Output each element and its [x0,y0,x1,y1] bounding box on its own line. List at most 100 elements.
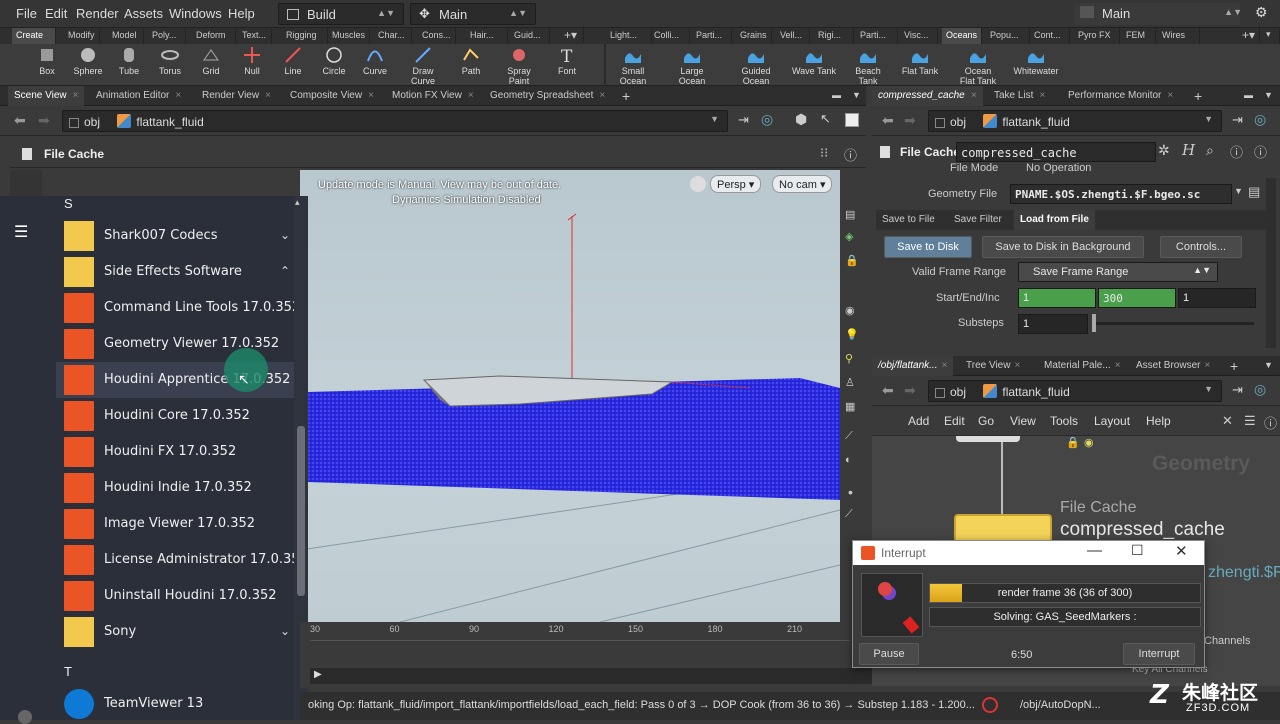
add-right-tab-icon[interactable]: + [1188,84,1208,104]
tools-icon[interactable]: ✕ [1222,413,1233,429]
add-pane-tab-icon[interactable]: + [616,84,636,104]
close-tab-icon[interactable]: × [1014,360,1020,371]
network-link-icon[interactable]: ◎ [1254,381,1266,398]
right-pin-icon[interactable]: ⇥ [1232,112,1243,128]
tool-0[interactable]: Box [24,46,70,86]
dot-icon[interactable]: • [848,484,853,500]
ocean-tool-4[interactable]: Beach Tank [845,46,891,86]
cube-icon[interactable]: ⬢ [795,111,807,128]
ocean-tool-2[interactable]: GuidedOcean Layer [731,46,781,96]
save-to-disk-button[interactable]: Save to Disk [884,236,972,258]
save-bg-button[interactable]: Save to Disk in Background [982,236,1144,258]
view-icon[interactable]: ◐ [845,454,852,466]
hscript-icon[interactable]: H [1182,141,1195,159]
param-scrollbar[interactable] [1266,178,1276,348]
snap-icon[interactable]: ⟋ [845,430,853,443]
start-app-9[interactable]: License Administrator 17.0.352 [56,542,308,578]
shelf-tab-right-13[interactable]: Wires [1158,28,1200,44]
menu-windows[interactable]: Windows [169,6,222,21]
persp-menu[interactable]: Persp ▾ [710,175,762,193]
tool-1[interactable]: Sphere [65,46,111,86]
bulb-icon[interactable]: ⚲ [845,352,853,365]
pane-max-icon[interactable]: ▬ [826,86,847,106]
network-path-dropdown-icon[interactable]: ▼ [1204,384,1213,394]
link-icon[interactable]: ◎ [761,111,773,128]
inc-field[interactable]: 1 [1178,288,1256,308]
pane-tab-3[interactable]: Composite View × [284,86,380,106]
start-folder-0[interactable]: Shark007 Codecs ⌄ [64,218,294,254]
close-tab-icon[interactable]: × [73,90,79,101]
tool-4[interactable]: Grid [188,46,234,86]
start-app-2[interactable]: Command Line Tools 17.0.352 [56,290,300,326]
tab-save-to-file[interactable]: Save to File [876,210,941,230]
close-tab-icon[interactable]: × [971,90,977,101]
close-icon[interactable]: ✕ [1175,542,1188,560]
network-menu-0[interactable]: Add [908,414,929,428]
right-path-field[interactable]: obj flattank_fluid ▼ [928,110,1222,132]
camera-menu[interactable]: No cam ▾ [772,175,833,193]
menu-file[interactable]: File [16,6,37,21]
close-tab-icon[interactable]: × [1167,90,1173,101]
ocean-tool-0[interactable]: Small Ocean [610,46,656,86]
network-menu-6[interactable]: Help [1146,414,1171,428]
shelf-tab-right-3[interactable]: Grains [736,28,772,44]
forward-arrow-icon[interactable]: ➡ [904,382,916,399]
pane-tab-2[interactable]: Render View × [196,86,277,106]
start-app-7[interactable]: Houdini Indie 17.0.352 [56,470,294,506]
controls-button[interactable]: Controls... [1160,236,1242,258]
shelf-tab-right-4[interactable]: Vell... [776,28,810,44]
shelf-tab-right-5[interactable]: Rigi... [814,28,854,44]
tool-2[interactable]: Tube [106,46,152,86]
geometry-file-dropdown-icon[interactable]: ▼ [1234,186,1243,196]
shelf-tab-7[interactable]: Muscles [328,28,370,44]
scene-viewport[interactable]: Update mode is Manual. View may be out o… [300,170,840,622]
forward-arrow-icon[interactable]: ➡ [904,112,916,129]
shelf-options-icon[interactable]: ▾ [1262,27,1280,43]
start-app-6[interactable]: Houdini FX 17.0.352 [56,434,294,470]
substeps-field[interactable]: 1 [1018,314,1088,334]
close-tab-icon[interactable]: × [175,90,181,101]
menu-render[interactable]: Render [76,6,119,21]
list-icon[interactable]: ☰ [1244,413,1256,429]
close-tab-icon[interactable]: × [1039,90,1045,101]
network-menu-4[interactable]: Tools [1050,414,1078,428]
maximize-icon[interactable]: ☐ [1131,542,1144,559]
ocean-tool-5[interactable]: Flat Tank [897,46,943,86]
search-icon[interactable]: ⌕ [1206,142,1214,159]
shelf-tab-right-11[interactable]: Pyro FX [1074,28,1120,44]
start-folder-1[interactable]: Side Effects Software ⌃ [64,254,294,290]
shelf-tab-right-0[interactable]: Light... [606,28,652,44]
shelf-tab-10[interactable]: Hair... [466,28,508,44]
tab-load-from-file[interactable]: Load from File [1014,210,1095,230]
pin-icon[interactable]: ⇥ [738,112,749,128]
shelf-tab-0[interactable]: Create [12,28,56,44]
tool-3[interactable]: Torus [147,46,193,86]
menu-help[interactable]: Help [228,6,255,21]
shelf-tab-right-7[interactable]: Visc... [900,28,938,44]
network-pin-icon[interactable]: ⇥ [1232,382,1243,398]
network-menu-2[interactable]: Go [978,414,994,428]
shelf-tab-8[interactable]: Char... [374,28,412,44]
shelf-tab-right-12[interactable]: FEM [1122,28,1156,44]
grid-icon[interactable]: ⁝⁝ [820,145,828,161]
shelf-tab-6[interactable]: Rigging [282,28,328,44]
shelf-tab-5[interactable]: Text... [238,28,272,44]
shelf-tab-right-8[interactable]: Oceans [942,28,982,44]
scroll-thumb[interactable] [297,426,305,596]
shelf-tab-right-6[interactable]: Parti... [856,28,898,44]
hamburger-icon[interactable]: ☰ [14,222,28,241]
start-app-10[interactable]: Uninstall Houdini 17.0.352 [56,578,294,614]
grid-toggle-icon[interactable]: ▦ [845,400,855,413]
network-menu-1[interactable]: Edit [944,414,965,428]
tab-save-filter[interactable]: Save Filter [948,210,1008,230]
ocean-tool-3[interactable]: Wave Tank [791,46,837,86]
timeline[interactable]: 30 60 90 120 150 180 210 ▶ ◀ [300,622,936,688]
interrupt-button[interactable]: Interrupt [1123,643,1195,665]
network-path-field[interactable]: obj flattank_fluid ▼ [928,380,1222,402]
lock-camera-icon[interactable]: 🔒 [845,254,859,267]
path-dropdown-icon[interactable]: ▼ [710,114,719,124]
tool-12[interactable]: T Font [544,46,590,86]
minimize-icon[interactable]: — [1087,542,1102,559]
start-app-5[interactable]: Houdini Core 17.0.352 [56,398,294,434]
substeps-slider-handle[interactable] [1092,314,1096,332]
